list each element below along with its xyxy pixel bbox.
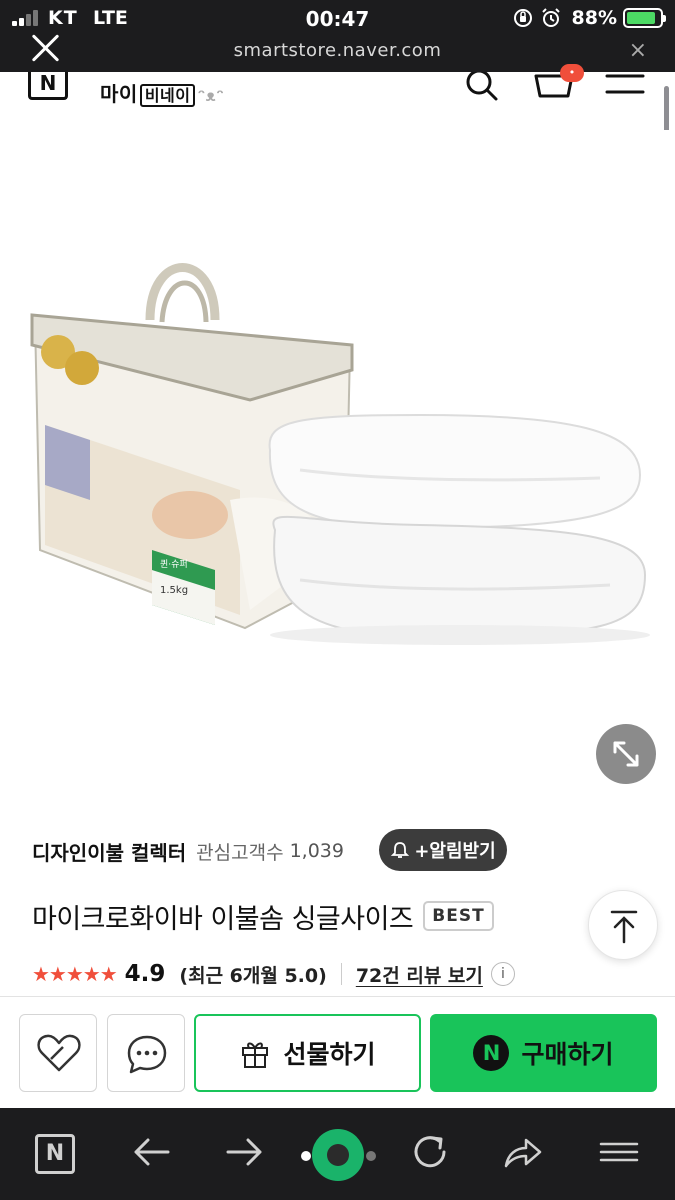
- url-close-button[interactable]: ×: [629, 38, 647, 63]
- package-weight: 1.5kg: [160, 585, 188, 596]
- arrow-up-icon: [610, 910, 638, 944]
- naver-logo[interactable]: N: [28, 72, 68, 100]
- reload-icon[interactable]: [406, 1128, 454, 1176]
- expand-icon: [613, 741, 639, 767]
- battery-charging-icon: [623, 8, 666, 28]
- store-header: N 마이 비네이 ᵔᴥᵔ •: [0, 64, 675, 132]
- brand-prefix: 마이: [100, 82, 138, 106]
- page-dot: [301, 1151, 311, 1161]
- naver-home-icon[interactable]: N: [35, 1134, 75, 1174]
- share-icon[interactable]: [498, 1128, 546, 1176]
- zoom-image-button[interactable]: [596, 724, 656, 784]
- reviews-link[interactable]: 72건 리뷰 보기: [356, 961, 483, 988]
- gift-button[interactable]: 선물하기: [194, 1014, 421, 1092]
- search-icon[interactable]: [462, 72, 502, 102]
- battery-fill: [627, 12, 656, 24]
- browser-top-bar: KT LTE 00:47 88% smartstore.naver.com ×: [0, 0, 675, 72]
- rating-score: 4.9: [124, 961, 166, 987]
- product-title-row: 마이크로화이바 이불솜 싱글사이즈 BEST: [32, 894, 494, 938]
- brand-mascot: ᵔᴥᵔ: [197, 86, 225, 105]
- best-badge: BEST: [423, 901, 494, 931]
- package-label: 퀸·슈퍼: [160, 558, 188, 570]
- battery-percent: 88%: [571, 7, 617, 29]
- bell-icon: [391, 842, 410, 858]
- purchase-button[interactable]: N 구매하기: [430, 1014, 657, 1092]
- cart-count-badge: •: [560, 64, 584, 82]
- orientation-lock-icon: [513, 9, 532, 27]
- back-arrow-icon[interactable]: [128, 1128, 176, 1176]
- favorites-label: 관심고객수: [196, 841, 284, 864]
- store-name[interactable]: 디자인이불 컬렉터: [32, 837, 186, 866]
- purchase-label: 구매하기: [521, 1040, 614, 1069]
- gift-label: 선물하기: [283, 1040, 376, 1069]
- gift-icon: [242, 1042, 269, 1068]
- status-icons: 88%: [512, 6, 666, 30]
- status-bar: KT LTE 00:47 88%: [0, 0, 675, 36]
- npay-icon: N: [473, 1035, 510, 1071]
- purchase-bar: 선물하기 N 구매하기: [0, 996, 675, 1108]
- rating-row: ★★★★★ 4.9 (최근 6개월 5.0) 72건 리뷰 보기 i: [32, 957, 515, 991]
- product-image[interactable]: 퀸·슈퍼 1.5kg: [0, 130, 675, 810]
- info-icon[interactable]: i: [490, 962, 515, 986]
- menu-icon[interactable]: [605, 72, 645, 100]
- recent-rating: (최근 6개월 5.0): [179, 964, 327, 987]
- alarm-label: +알림받기: [414, 841, 496, 862]
- heart-icon: [37, 1034, 81, 1072]
- menu-icon[interactable]: [595, 1128, 643, 1176]
- store-info-row: 디자인이불 컬렉터 관심고객수 1,039: [32, 832, 344, 870]
- product-title: 마이크로화이바 이불솜 싱글사이즈: [32, 903, 414, 935]
- wishlist-button[interactable]: [19, 1014, 97, 1092]
- alarm-subscribe-button[interactable]: +알림받기: [379, 829, 507, 871]
- talk-talk-button[interactable]: [107, 1014, 185, 1092]
- store-brand-logo[interactable]: 마이 비네이 ᵔᴥᵔ: [100, 78, 224, 107]
- alarm-icon: [541, 8, 560, 27]
- forward-arrow-icon[interactable]: [220, 1128, 268, 1176]
- star-rating-icon: ★★★★★: [32, 962, 118, 986]
- favorites-count: 1,039: [289, 840, 344, 862]
- divider: [340, 963, 342, 985]
- tabs-indicator-icon[interactable]: [312, 1129, 364, 1181]
- comforter-illustration: 퀸·슈퍼 1.5kg: [30, 263, 650, 645]
- chat-bubble-icon: [127, 1035, 167, 1074]
- url-bar[interactable]: smartstore.naver.com: [0, 40, 675, 61]
- scroll-top-button[interactable]: [588, 890, 658, 960]
- page-dot: [366, 1151, 376, 1161]
- brand-boxed: 비네이: [139, 84, 196, 107]
